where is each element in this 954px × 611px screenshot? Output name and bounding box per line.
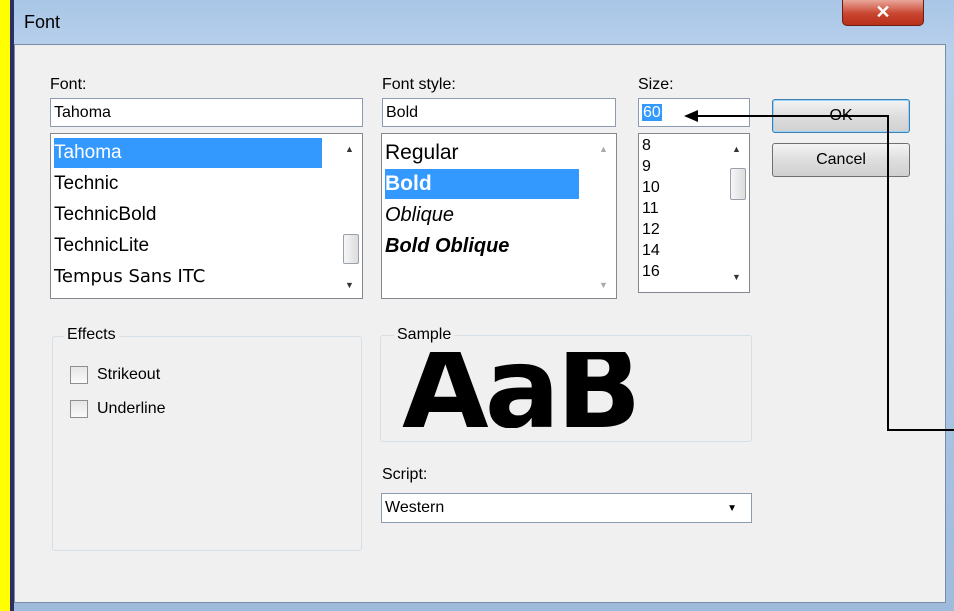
annotation-arrow-head	[684, 110, 698, 122]
annotation-arrow	[684, 110, 954, 431]
annotation-arrow-line	[692, 115, 954, 431]
